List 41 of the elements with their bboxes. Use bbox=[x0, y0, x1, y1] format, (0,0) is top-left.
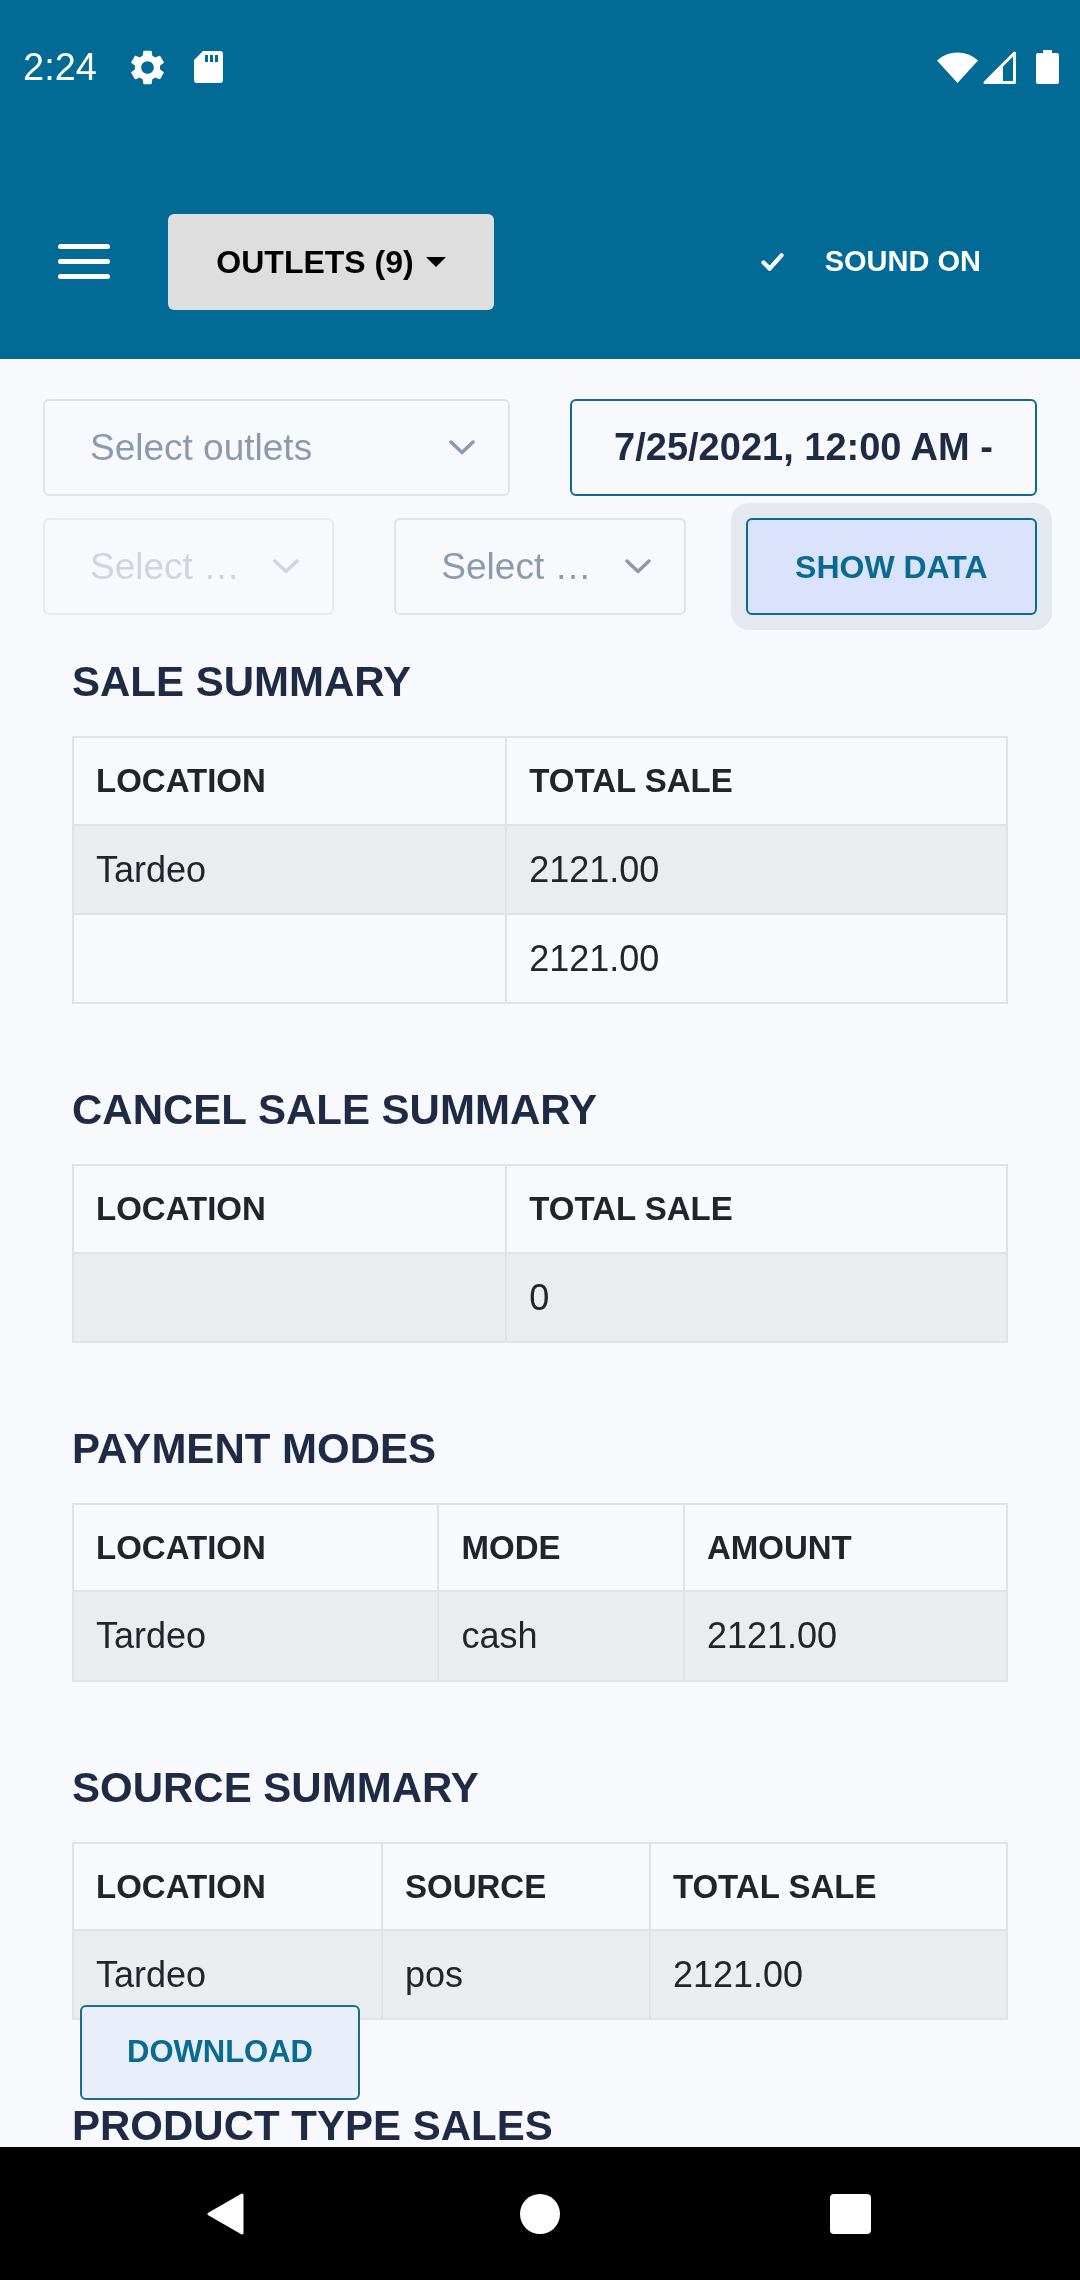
column-header: TOTAL SALE bbox=[506, 737, 1007, 825]
column-header: TOTAL SALE bbox=[506, 1164, 1007, 1253]
table-cell: 0 bbox=[506, 1252, 1007, 1342]
dropdown-field[interactable]: Select outlets bbox=[43, 399, 510, 496]
dropdown-field[interactable]: Select … bbox=[394, 518, 686, 615]
table-cell: 2121.00 bbox=[649, 1930, 1007, 2020]
chevron-down-icon bbox=[273, 559, 300, 574]
table-cell: 2121.00 bbox=[506, 824, 1007, 914]
table-cell: pos bbox=[381, 1930, 650, 2020]
table-cell: 2121.00 bbox=[683, 1591, 1007, 1681]
section-title: SALE SUMMARY bbox=[72, 661, 413, 703]
download-button[interactable]: DOWNLOAD bbox=[80, 2005, 360, 2100]
table-cell: 2121.00 bbox=[506, 913, 1007, 1003]
recents-icon[interactable] bbox=[830, 2193, 871, 2234]
wifi-icon bbox=[937, 51, 978, 83]
column-header: LOCATION bbox=[73, 1842, 382, 1931]
gear-icon bbox=[129, 49, 165, 85]
home-icon[interactable] bbox=[520, 2193, 560, 2234]
status-time: 2:24 bbox=[23, 48, 97, 86]
column-header: LOCATION bbox=[73, 1164, 507, 1253]
sound-toggle[interactable]: SOUND ON bbox=[760, 239, 981, 284]
signal-icon bbox=[983, 50, 1016, 84]
section-title: SOURCE SUMMARY bbox=[72, 1766, 480, 1809]
back-icon[interactable] bbox=[207, 2192, 244, 2235]
section-title: CANCEL SALE SUMMARY bbox=[72, 1088, 599, 1131]
column-header: LOCATION bbox=[73, 1503, 439, 1592]
chevron-down-icon bbox=[624, 559, 651, 574]
battery-icon bbox=[1036, 50, 1059, 84]
date-range-field[interactable]: 7/25/2021, 12:00 AM - bbox=[570, 399, 1037, 496]
table-cell: cash bbox=[438, 1591, 684, 1681]
chevron-down-icon bbox=[449, 440, 475, 455]
menu-icon[interactable] bbox=[58, 244, 110, 279]
column-header: TOTAL SALE bbox=[649, 1842, 1007, 1931]
table-cell: Tardeo bbox=[73, 824, 507, 914]
outlets-dropdown-button[interactable]: OUTLETS (9) bbox=[168, 213, 494, 310]
section-title: PRODUCT TYPE SALES bbox=[72, 2105, 554, 2147]
column-header: LOCATION bbox=[73, 737, 507, 825]
section-title: PAYMENT MODES bbox=[72, 1427, 438, 1470]
caret-icon bbox=[425, 256, 446, 267]
sd-card-icon bbox=[193, 51, 223, 83]
table-cell: Tardeo bbox=[73, 1591, 439, 1681]
